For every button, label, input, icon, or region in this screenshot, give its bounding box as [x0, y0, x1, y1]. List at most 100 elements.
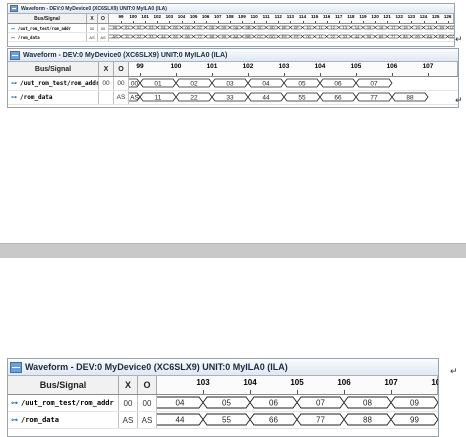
column-header: Bus/Signal X O 99 100 101 102 103 104 105 106 10… [8, 14, 454, 24]
o-cursor-value: AS [98, 33, 109, 41]
signal-name-cell[interactable]: ⊶/uut_rom_test/rom_addr [8, 395, 119, 411]
time-tick-label: 108 [431, 378, 438, 387]
bus-value-label: 13 [343, 25, 348, 30]
time-tick-label: 107 [384, 378, 398, 387]
bus-value-label: 22 [190, 94, 198, 101]
waveform-trace[interactable]: AS 11 22 33 44 55 66 77 88 99 AA BB CC DD EE FF 00 11 22 33… [109, 33, 454, 41]
column-header: Bus/Signal X O 99 100 101 102 103 104 105 106 10… [8, 62, 458, 77]
bus-value-label: 44 [262, 94, 270, 101]
waveform-trace[interactable]: 00 01 02 03 04 05 06 07 08 09 0A 0B 0C 0D 0E 0F 10 11 12 13… [109, 24, 454, 32]
column-header: Bus/Signal X O 103 104 105 106 107 108 [8, 376, 438, 395]
time-tick-mark [248, 73, 249, 76]
time-tick-label: 126 [443, 14, 452, 19]
signal-name-cell[interactable]: ⊶/uut_rom_test/rom_addr [8, 77, 99, 90]
bus-expand-icon[interactable]: ⊶ [11, 399, 18, 407]
time-tick-label: 118 [347, 14, 355, 19]
bus-value-label: 16 [379, 25, 384, 30]
o-cursor-value: 00 [114, 77, 129, 90]
bus-value-label: 1B [439, 25, 444, 30]
time-tick-label: 117 [335, 14, 343, 19]
signal-row[interactable]: ⊶/uut_rom_test/rom_addr 00 00 00 01 02 03 04 05 0… [8, 24, 454, 33]
x-header: X [99, 62, 114, 76]
waveform-trace[interactable]: 04 05 06 07 08 09 [157, 395, 438, 411]
signal-name-cell[interactable]: ⊶/rom_data [8, 33, 87, 41]
bus-value-label: 0C [258, 25, 263, 30]
bus-waveform: AS 11 22 33 44 55 66 77 88 99 AA BB CC DD EE FF 00 11 22 33… [109, 34, 454, 39]
bus-expand-icon[interactable]: ⊶ [11, 80, 17, 87]
time-tick-mark [193, 21, 195, 23]
time-tick-label: 110 [250, 14, 258, 19]
waveform-trace[interactable]: 00 01 02 03 04 05 06 07 [129, 77, 458, 90]
time-tick-mark [297, 390, 298, 394]
signal-row[interactable]: ⊶/uut_rom_test/rom_addr 00 00 00 01 02 03 04 05 0… [8, 77, 458, 91]
bus-value-label: 77 [370, 94, 378, 101]
time-tick-label: 120 [371, 14, 379, 19]
time-tick-label: 104 [243, 378, 257, 387]
time-tick-mark [350, 21, 352, 23]
bus-value-label: 55 [367, 34, 372, 39]
bus-value-label: 33 [149, 34, 154, 39]
bus-value-label: 44 [161, 34, 166, 39]
signal-name: /rom_data [18, 34, 40, 40]
bus-expand-icon[interactable]: ⊶ [11, 35, 15, 40]
bus-value-label: 04 [262, 80, 270, 87]
bus-value-label: 88 [403, 34, 408, 39]
title-bar: Waveform - DEV:0 MyDevice0 (XC6SLX9) UNI… [8, 49, 458, 62]
waveform-trace[interactable]: AS 11 22 33 44 55 66 77 88 [129, 91, 458, 104]
bus-value-label: 1A [427, 25, 432, 30]
bus-value-label: 06 [334, 80, 342, 87]
bus-value-label: 07 [197, 25, 202, 30]
x-cursor-value [99, 91, 114, 104]
bus-value-label: 66 [185, 34, 190, 39]
signal-row[interactable]: ⊶/uut_rom_test/rom_addr 00 00 04 05 06 07 08 09 [8, 395, 438, 412]
bus-value-label: 44 [176, 415, 185, 424]
bus-waveform: AS 11 22 33 44 55 66 77 88 [129, 92, 429, 102]
waveform-window-2: Waveform - DEV:0 MyDevice0 (XC6SLX9) UNI… [7, 358, 439, 437]
time-tick-mark [242, 21, 243, 23]
bus-expand-icon[interactable]: ⊶ [11, 94, 17, 101]
bus-value-label: BB [439, 34, 445, 39]
bus-signal-header: Bus/Signal [8, 62, 99, 76]
title-bar: Waveform - DEV:0 MyDevice0 (XC6SLX9) UNI… [8, 4, 454, 14]
signal-name: /rom_data [20, 94, 53, 101]
time-tick-label: 99 [118, 14, 124, 19]
time-tick-label: 123 [407, 14, 416, 19]
bus-expand-icon[interactable]: ⊶ [11, 416, 18, 424]
time-tick-mark [266, 21, 268, 23]
signal-name-cell[interactable]: ⊶/rom_data [8, 91, 99, 104]
bus-value-label: 03 [226, 80, 234, 87]
paragraph-mark: ↵ [455, 96, 463, 106]
bus-value-label: AA [427, 34, 433, 39]
time-tick-mark [254, 21, 256, 23]
bus-signal-header: Bus/Signal [8, 376, 119, 394]
time-tick-mark [363, 21, 364, 23]
time-tick-mark [205, 21, 207, 23]
time-tick-label: 125 [431, 14, 440, 19]
bus-value-label: 03 [149, 25, 154, 30]
bus-value-label: 99 [415, 34, 420, 39]
bus-signal-header: Bus/Signal [8, 14, 87, 23]
o-cursor-value: AS [114, 91, 129, 104]
time-tick-label: 106 [386, 63, 398, 70]
time-tick-mark [423, 21, 425, 23]
signal-row[interactable]: ⊶/rom_data AS AS 11 22 33 44 55 66 77 88 [8, 91, 458, 105]
time-tick-label: 122 [395, 14, 404, 19]
time-tick-label: 111 [262, 14, 270, 19]
bus-waveform: 44 55 66 77 88 99 [157, 413, 438, 426]
bus-value-label: 55 [222, 415, 231, 424]
signal-row[interactable]: ⊶/rom_data AS AS AS 11 22 33 44 55 66 77 88 99 AA BB CC… [8, 33, 454, 42]
signal-row[interactable]: ⊶/rom_data AS AS 44 55 66 77 88 99 [8, 412, 438, 429]
time-tick-label: 100 [129, 14, 137, 19]
time-tick-label: 100 [170, 63, 182, 70]
time-tick-label: 114 [298, 14, 307, 19]
time-tick-label: 102 [242, 63, 254, 70]
time-tick-label: 121 [383, 14, 391, 19]
bus-expand-icon[interactable]: ⊶ [11, 26, 15, 31]
bus-value-label: FF [294, 34, 299, 39]
time-tick-label: 99 [136, 63, 144, 70]
time-tick-label: 103 [278, 63, 290, 70]
signal-name-cell[interactable]: ⊶/uut_rom_test/rom_addr [8, 24, 87, 32]
waveform-trace[interactable]: 44 55 66 77 88 99 [157, 412, 438, 428]
signal-name-cell[interactable]: ⊶/rom_data [8, 412, 119, 428]
page-separator [0, 243, 466, 259]
